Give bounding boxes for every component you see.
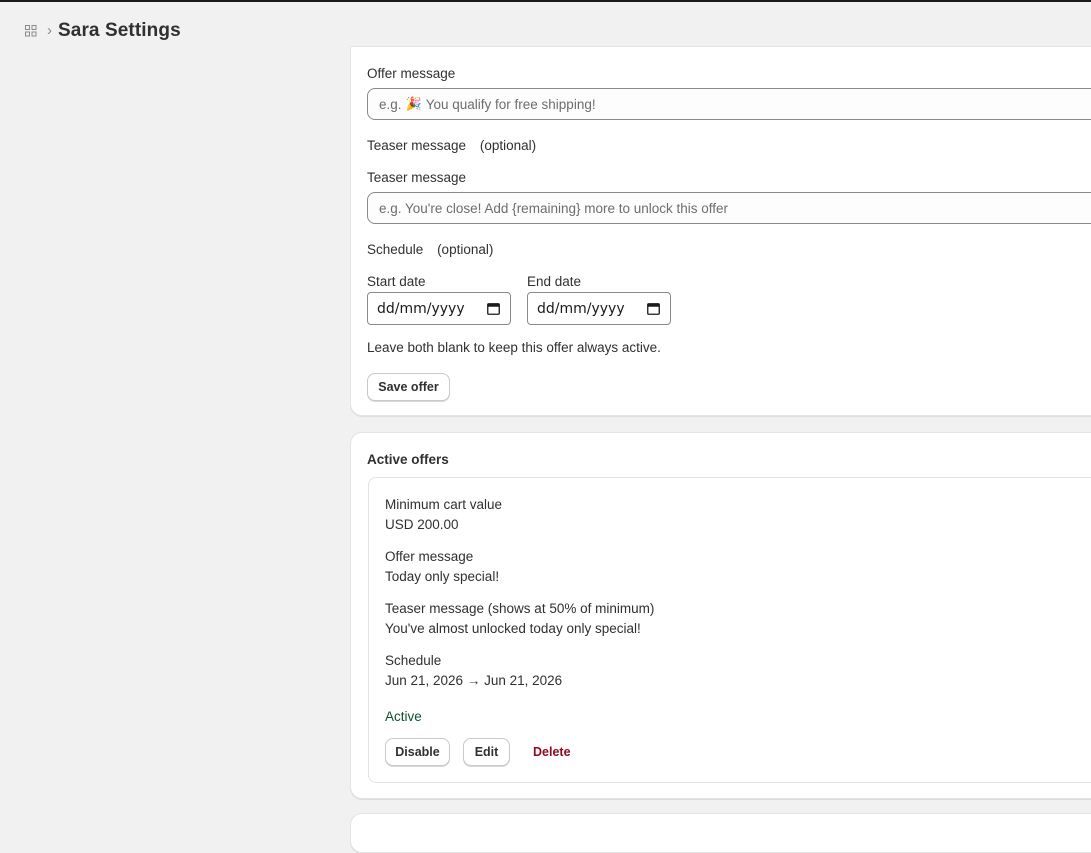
start-date-label: Start date (367, 274, 426, 289)
offer-item: Minimum cart value USD 200.00 Offer mess… (368, 477, 1091, 783)
min-cart-value: USD 200.00 (385, 517, 459, 532)
apps-grid-icon[interactable] (24, 24, 38, 38)
teaser-message-input[interactable]: e.g. You're close! Add {remaining} more … (367, 192, 1091, 224)
min-cart-label: Minimum cart value (385, 497, 503, 512)
offer-message-label: Offer message (367, 66, 456, 81)
status-badge: Active (385, 709, 422, 724)
teaser-value: You've almost unlocked today only specia… (385, 621, 641, 636)
end-date-label: End date (527, 274, 582, 289)
active-offers-card: Active offers Minimum cart value USD 200… (350, 432, 1091, 799)
teaser-label: Teaser message (shows at 50% of minimum) (385, 601, 655, 616)
save-offer-button[interactable]: Save offer (367, 373, 450, 401)
end-date-input[interactable]: dd/mm/yyyy (527, 292, 671, 325)
party-popper-icon: 🎉 (405, 96, 422, 111)
teaser-placeholder: e.g. You're close! Add {remaining} more … (379, 200, 729, 216)
start-date-input[interactable]: dd/mm/yyyy (367, 292, 511, 325)
schedule-help-text: Leave both blank to keep this offer alwa… (367, 340, 661, 355)
active-offers-title: Active offers (367, 452, 449, 467)
placeholder-prefix: e.g. (379, 96, 402, 112)
next-card (350, 813, 1091, 853)
schedule-value: Jun 21, 2026 → Jun 21, 2026 (385, 673, 563, 688)
edit-button[interactable]: Edit (463, 738, 510, 766)
start-date-value: dd/mm/yyyy (377, 300, 465, 317)
offer-message-input[interactable]: e.g. 🎉 You qualify for free shipping! (367, 88, 1091, 120)
offer-form-card: Offer message e.g. 🎉 You qualify for fre… (350, 46, 1091, 416)
teaser-section-heading: Teaser message (optional) (367, 138, 536, 153)
end-date-value: dd/mm/yyyy (537, 300, 625, 317)
schedule-heading: Schedule (optional) (367, 242, 493, 257)
delete-button[interactable]: Delete (533, 745, 571, 759)
teaser-message-label: Teaser message (367, 170, 467, 185)
breadcrumb-chevron-icon: › (47, 22, 52, 39)
schedule-label: Schedule (385, 653, 442, 668)
schedule-label: Schedule (367, 242, 424, 257)
calendar-icon[interactable] (647, 302, 660, 315)
schedule-optional-tag: (optional) (437, 242, 494, 257)
calendar-icon[interactable] (487, 302, 500, 315)
teaser-optional-tag: (optional) (479, 138, 537, 153)
disable-button[interactable]: Disable (385, 738, 450, 766)
page-title: Sara Settings (58, 19, 181, 41)
teaser-section-label: Teaser message (367, 138, 467, 153)
offer-message-placeholder: You qualify for free shipping! (425, 96, 596, 112)
offer-message-value: Today only special! (385, 569, 500, 584)
offer-message-label: Offer message (385, 549, 474, 564)
